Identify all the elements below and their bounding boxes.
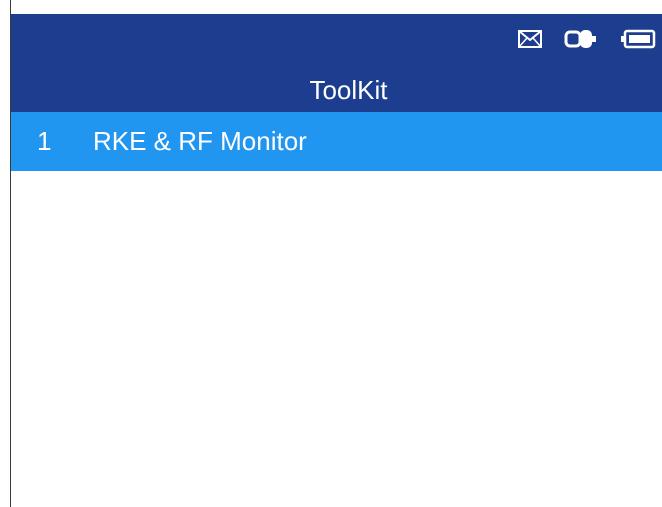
battery-icon: [621, 29, 656, 49]
status-bar: [518, 24, 662, 54]
header-bar: ToolKit: [11, 14, 662, 112]
menu-item-label: RKE & RF Monitor: [93, 126, 307, 156]
page-title: ToolKit: [309, 75, 388, 105]
menu-list: 1 RKE & RF Monitor: [11, 112, 662, 171]
mail-icon: [518, 30, 542, 48]
toolkit-screen: ToolKit 1 RKE & RF Monitor: [0, 0, 662, 507]
vehicle-connection-icon: [564, 30, 596, 48]
menu-item-rke-rf-monitor[interactable]: 1 RKE & RF Monitor: [11, 112, 662, 171]
menu-item-number: 1: [37, 126, 52, 156]
